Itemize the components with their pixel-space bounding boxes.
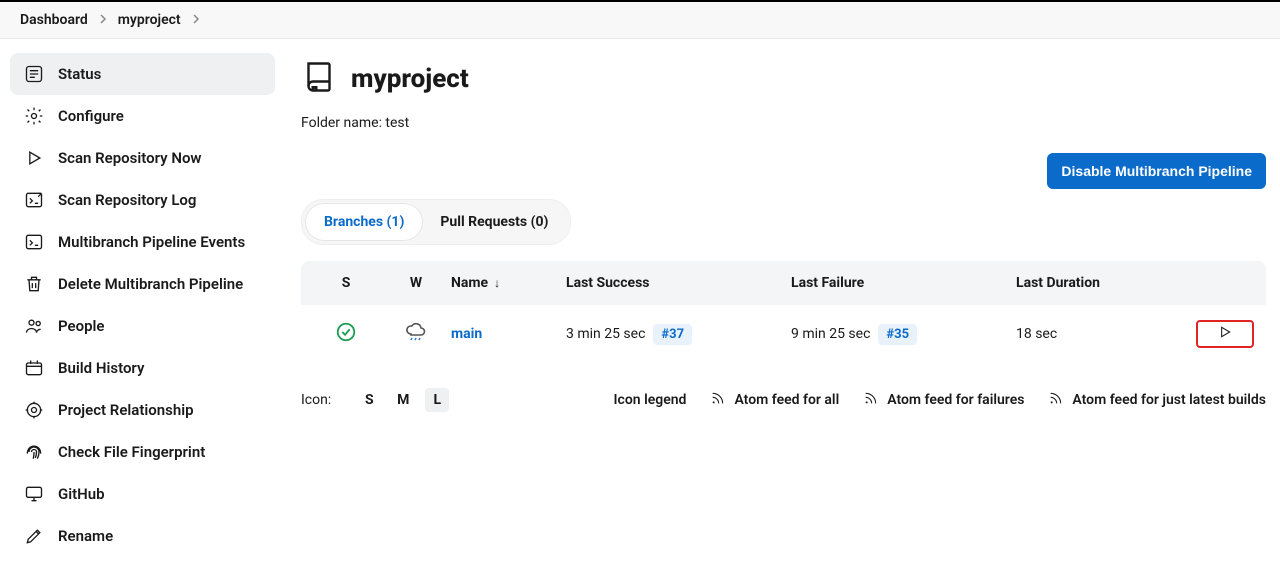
- breadcrumb-dashboard[interactable]: Dashboard: [20, 12, 88, 28]
- icon-legend-link[interactable]: Icon legend: [614, 392, 687, 408]
- sidebar-item-label: People: [58, 317, 105, 335]
- feed-latest-label: Atom feed for just latest builds: [1072, 392, 1266, 408]
- sidebar-item-configure[interactable]: Configure: [10, 95, 275, 137]
- tab-branches[interactable]: Branches (1): [306, 204, 422, 240]
- trash-icon: [24, 274, 44, 294]
- last-success-build-link[interactable]: #37: [653, 324, 692, 345]
- sidebar-item-delete-pipeline[interactable]: Delete Multibranch Pipeline: [10, 263, 275, 305]
- icon-size-label: Icon:: [301, 392, 331, 408]
- sidebar-item-rename[interactable]: Rename: [10, 515, 275, 557]
- folder-name-text: Folder name: test: [301, 115, 1266, 131]
- sidebar-item-label: Status: [58, 65, 101, 83]
- rss-icon: [1048, 390, 1064, 410]
- pencil-icon: [24, 526, 44, 546]
- terminal-in-icon: [24, 232, 44, 252]
- last-failure-cell: 9 min 25 sec #35: [791, 324, 1016, 345]
- fingerprint-icon: [24, 442, 44, 462]
- icon-size-l[interactable]: L: [425, 388, 449, 412]
- tab-pull-requests[interactable]: Pull Requests (0): [422, 204, 566, 240]
- sidebar-item-people[interactable]: People: [10, 305, 275, 347]
- main-content: myproject Folder name: test Disable Mult…: [285, 39, 1280, 571]
- breadcrumb-project[interactable]: myproject: [118, 12, 181, 28]
- sidebar-item-label: Build History: [58, 359, 144, 377]
- sidebar-item-fingerprint[interactable]: Check File Fingerprint: [10, 431, 275, 473]
- people-icon: [24, 316, 44, 336]
- icon-size-m[interactable]: M: [391, 388, 415, 412]
- branch-name-cell: main: [451, 326, 566, 342]
- tabs: Branches (1) Pull Requests (0): [301, 199, 571, 245]
- col-last-success[interactable]: Last Success: [566, 275, 791, 291]
- sidebar-item-pipeline-events[interactable]: Multibranch Pipeline Events: [10, 221, 275, 263]
- last-success-time: 3 min 25 sec: [566, 326, 645, 342]
- last-duration-cell: 18 sec: [1016, 326, 1196, 342]
- col-name-label: Name: [451, 275, 488, 291]
- rainy-icon: [404, 320, 428, 348]
- feed-all-label: Atom feed for all: [734, 392, 839, 408]
- icon-size-s[interactable]: S: [357, 388, 381, 412]
- sidebar-item-label: Rename: [58, 527, 113, 545]
- play-icon: [24, 148, 44, 168]
- icon-legend-label: Icon legend: [614, 392, 687, 408]
- breadcrumb: Dashboard myproject: [0, 2, 1280, 39]
- repo-icon: [301, 59, 337, 99]
- table-footer: Icon: S M L Icon legend Atom feed for al…: [301, 388, 1266, 412]
- row-actions-cell: [1196, 320, 1256, 348]
- sidebar-item-github[interactable]: GitHub: [10, 473, 275, 515]
- page-title: myproject: [351, 64, 469, 94]
- sidebar-item-project-relationship[interactable]: Project Relationship: [10, 389, 275, 431]
- branches-table: S W Name ↓ Last Success Last Failure Las…: [301, 261, 1266, 362]
- sidebar-item-status[interactable]: Status: [10, 53, 275, 95]
- last-success-cell: 3 min 25 sec #37: [566, 324, 791, 345]
- target-icon: [24, 400, 44, 420]
- col-last-failure[interactable]: Last Failure: [791, 275, 1016, 291]
- sidebar-item-label: Configure: [58, 107, 124, 125]
- sidebar: Status Configure Scan Repository Now Sca…: [0, 39, 285, 571]
- sidebar-item-label: Project Relationship: [58, 401, 194, 419]
- feed-failures-label: Atom feed for failures: [887, 392, 1024, 408]
- play-icon: [1217, 324, 1233, 344]
- sidebar-item-scan-now[interactable]: Scan Repository Now: [10, 137, 275, 179]
- disable-pipeline-button[interactable]: Disable Multibranch Pipeline: [1047, 153, 1266, 189]
- rss-icon: [863, 390, 879, 410]
- rss-icon: [710, 390, 726, 410]
- status-cell: [311, 321, 381, 347]
- gear-icon: [24, 106, 44, 126]
- last-failure-time: 9 min 25 sec: [791, 326, 870, 342]
- chevron-right-icon: [191, 12, 201, 28]
- sidebar-item-build-history[interactable]: Build History: [10, 347, 275, 389]
- last-duration-value: 18 sec: [1016, 326, 1057, 342]
- success-icon: [335, 321, 357, 347]
- col-weather[interactable]: W: [381, 275, 451, 291]
- weather-cell: [381, 320, 451, 348]
- sidebar-item-label: Scan Repository Log: [58, 191, 196, 209]
- atom-feed-latest[interactable]: Atom feed for just latest builds: [1048, 390, 1266, 410]
- list-icon: [24, 64, 44, 84]
- terminal-out-icon: [24, 190, 44, 210]
- monitor-icon: [24, 484, 44, 504]
- atom-feed-all[interactable]: Atom feed for all: [710, 390, 839, 410]
- col-status[interactable]: S: [311, 275, 381, 291]
- chevron-right-icon: [98, 12, 108, 28]
- run-build-button[interactable]: [1196, 320, 1254, 348]
- atom-feed-failures[interactable]: Atom feed for failures: [863, 390, 1024, 410]
- sidebar-item-scan-log[interactable]: Scan Repository Log: [10, 179, 275, 221]
- history-icon: [24, 358, 44, 378]
- branch-link[interactable]: main: [451, 326, 482, 342]
- sidebar-item-label: Check File Fingerprint: [58, 443, 205, 461]
- sort-down-icon: ↓: [494, 276, 500, 290]
- sidebar-item-label: GitHub: [58, 485, 105, 503]
- last-failure-build-link[interactable]: #35: [878, 324, 917, 345]
- col-last-duration[interactable]: Last Duration: [1016, 275, 1196, 291]
- table-row: main 3 min 25 sec #37 9 min 25 sec #35 1…: [301, 305, 1266, 362]
- sidebar-item-label: Delete Multibranch Pipeline: [58, 275, 243, 293]
- col-name[interactable]: Name ↓: [451, 275, 566, 291]
- sidebar-item-label: Multibranch Pipeline Events: [58, 233, 245, 251]
- sidebar-item-label: Scan Repository Now: [58, 149, 202, 167]
